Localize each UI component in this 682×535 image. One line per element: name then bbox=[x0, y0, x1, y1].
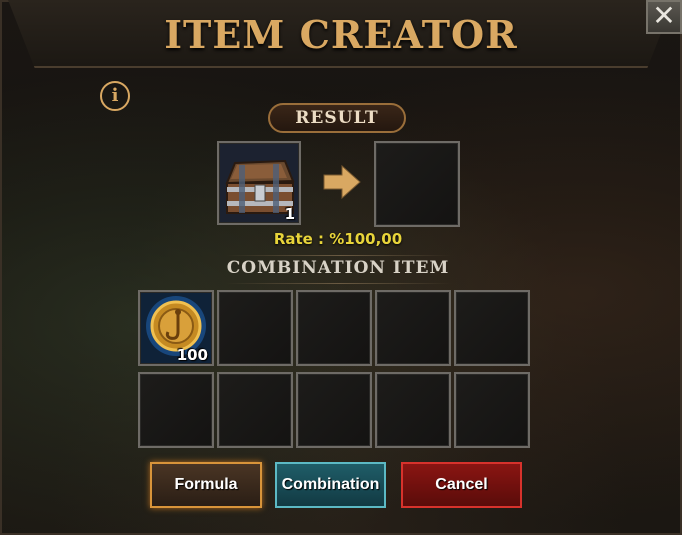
result-input-slot[interactable]: 1 bbox=[217, 141, 301, 225]
item-count: 100 bbox=[176, 346, 208, 364]
combination-slot-2[interactable] bbox=[217, 290, 293, 366]
treasure-chest-icon bbox=[219, 143, 299, 223]
combination-slot-4[interactable] bbox=[375, 290, 451, 366]
result-label: RESULT bbox=[268, 103, 406, 133]
cancel-button[interactable]: Cancel bbox=[401, 462, 522, 508]
combination-slot-3[interactable] bbox=[296, 290, 372, 366]
combination-slot-10[interactable] bbox=[454, 372, 530, 448]
arrow-right-icon bbox=[323, 164, 361, 200]
close-button[interactable]: ✕ bbox=[646, 0, 682, 34]
combination-slot-6[interactable] bbox=[138, 372, 214, 448]
item-count: 1 bbox=[284, 205, 295, 223]
window-title: ITEM CREATOR bbox=[164, 12, 518, 57]
divider bbox=[226, 255, 452, 256]
close-icon: ✕ bbox=[652, 0, 676, 32]
combination-slot-9[interactable] bbox=[375, 372, 451, 448]
formula-button[interactable]: Formula bbox=[150, 462, 262, 508]
gold-hook-coin-icon bbox=[140, 292, 212, 364]
info-icon[interactable]: i bbox=[100, 81, 130, 111]
combination-slot-5[interactable] bbox=[454, 290, 530, 366]
combination-button[interactable]: Combination bbox=[275, 462, 386, 508]
success-rate: Rate : %100,00 bbox=[273, 230, 403, 248]
combination-slot-7[interactable] bbox=[217, 372, 293, 448]
combination-slot-8[interactable] bbox=[296, 372, 372, 448]
divider bbox=[226, 283, 452, 284]
combination-slot-1[interactable]: 100 bbox=[138, 290, 214, 366]
result-output-slot[interactable] bbox=[374, 141, 460, 227]
combination-item-label: COMBINATION ITEM bbox=[226, 258, 450, 278]
